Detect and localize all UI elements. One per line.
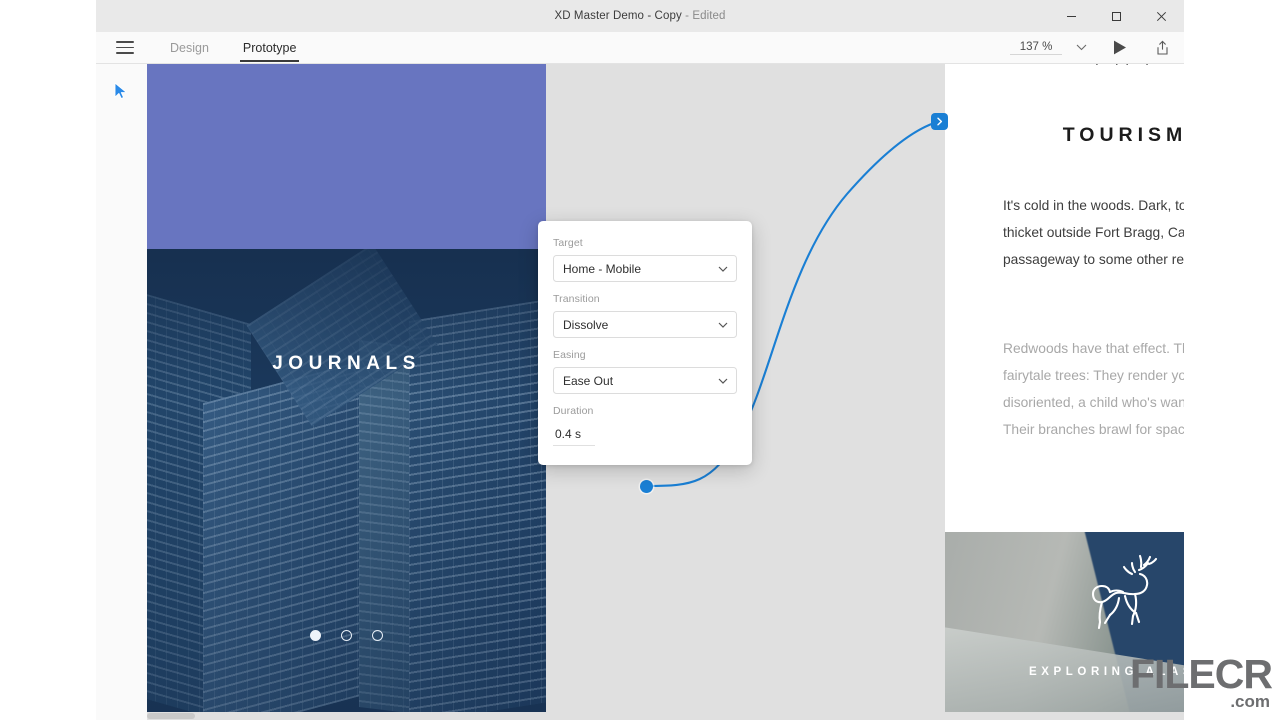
desktop-backdrop: XD Master Demo - Copy - Edited Design Pr… <box>0 0 1280 720</box>
window-title-text: XD Master Demo - Copy <box>554 10 682 22</box>
zoom-level-input[interactable]: 137 % <box>1010 41 1062 55</box>
target-select[interactable]: Home - Mobile <box>553 255 737 282</box>
select-arrow-icon[interactable] <box>110 80 132 102</box>
carousel-dot-1[interactable] <box>310 630 321 641</box>
close-button[interactable] <box>1139 0 1184 32</box>
deer-line-art-icon <box>1083 552 1167 635</box>
easing-field-group: Easing Ease Out <box>553 349 737 394</box>
transition-label: Transition <box>553 293 600 305</box>
play-preview-icon[interactable] <box>1113 40 1127 55</box>
prototype-interaction-popover[interactable]: Target Home - Mobile Transition Dissolve <box>538 221 752 465</box>
watermark-main-text: FILECR <box>1129 651 1273 697</box>
left-tool-rail <box>96 64 147 720</box>
share-export-icon[interactable] <box>1155 40 1170 56</box>
carousel-dot-2[interactable] <box>341 630 352 641</box>
target-label: Target <box>553 237 583 249</box>
tab-prototype[interactable]: Prototype <box>239 32 299 64</box>
chevron-down-icon[interactable] <box>1076 44 1087 51</box>
watermark-sub-text: .com <box>1230 692 1270 711</box>
tourism-paragraph-1: It's cold in the woods. Dark, too. This … <box>1003 198 1184 267</box>
chevron-down-icon[interactable] <box>718 322 728 328</box>
journals-carousel-dots[interactable] <box>147 630 546 641</box>
title-bar: XD Master Demo - Copy - Edited <box>96 0 1184 32</box>
tourism-paragraph-2: Redwoods have that effect. They're Grimm… <box>1003 341 1184 437</box>
minimize-button[interactable] <box>1049 0 1094 32</box>
chevron-down-icon[interactable] <box>718 378 728 384</box>
transition-select[interactable]: Dissolve <box>553 311 737 338</box>
transition-select-value: Dissolve <box>563 317 609 332</box>
app-toolbar: Design Prototype 137 % <box>96 32 1184 64</box>
window-title-edited-flag: - Edited <box>681 10 726 22</box>
duration-label: Duration <box>553 405 594 417</box>
filecr-watermark: FILECR .com <box>1129 651 1273 711</box>
adobe-xd-window: XD Master Demo - Copy - Edited Design Pr… <box>96 0 1184 720</box>
journals-header-block <box>147 64 546 249</box>
toolbar-right-group: 137 % <box>1010 32 1184 64</box>
easing-select[interactable]: Ease Out <box>553 367 737 394</box>
window-controls <box>1049 0 1184 32</box>
easing-label: Easing <box>553 349 586 361</box>
horizontal-scrollbar-thumb[interactable] <box>147 713 195 719</box>
carousel-dot-3[interactable] <box>372 630 383 641</box>
horizontal-scrollbar-track[interactable] <box>147 712 1184 720</box>
duration-input[interactable]: 0.4 s <box>553 423 595 446</box>
maximize-button[interactable] <box>1094 0 1139 32</box>
transition-field-group: Transition Dissolve <box>553 293 737 338</box>
tourism-top-glyphs: · ·· · <box>945 64 1184 78</box>
connector-target-arrow[interactable] <box>931 113 948 130</box>
journals-skyline-photo <box>147 249 546 712</box>
target-select-value: Home - Mobile <box>563 261 642 276</box>
design-canvas[interactable]: JOURNALS · ·· · TOURISM It's cold in the… <box>147 64 1184 720</box>
easing-select-value: Ease Out <box>563 373 614 388</box>
chevron-down-icon[interactable] <box>718 266 728 272</box>
tourism-heading: TOURISM <box>1062 124 1184 146</box>
target-field-group: Target Home - Mobile <box>553 237 737 282</box>
duration-field-group: Duration 0.4 s <box>553 405 737 446</box>
connector-source-dot[interactable] <box>640 480 653 493</box>
window-title: XD Master Demo - Copy - Edited <box>554 10 725 22</box>
journals-title: JOURNALS <box>272 353 421 374</box>
artboard-journals[interactable]: JOURNALS <box>147 64 546 712</box>
hamburger-menu-icon[interactable] <box>112 37 138 59</box>
tab-design[interactable]: Design <box>168 32 211 64</box>
